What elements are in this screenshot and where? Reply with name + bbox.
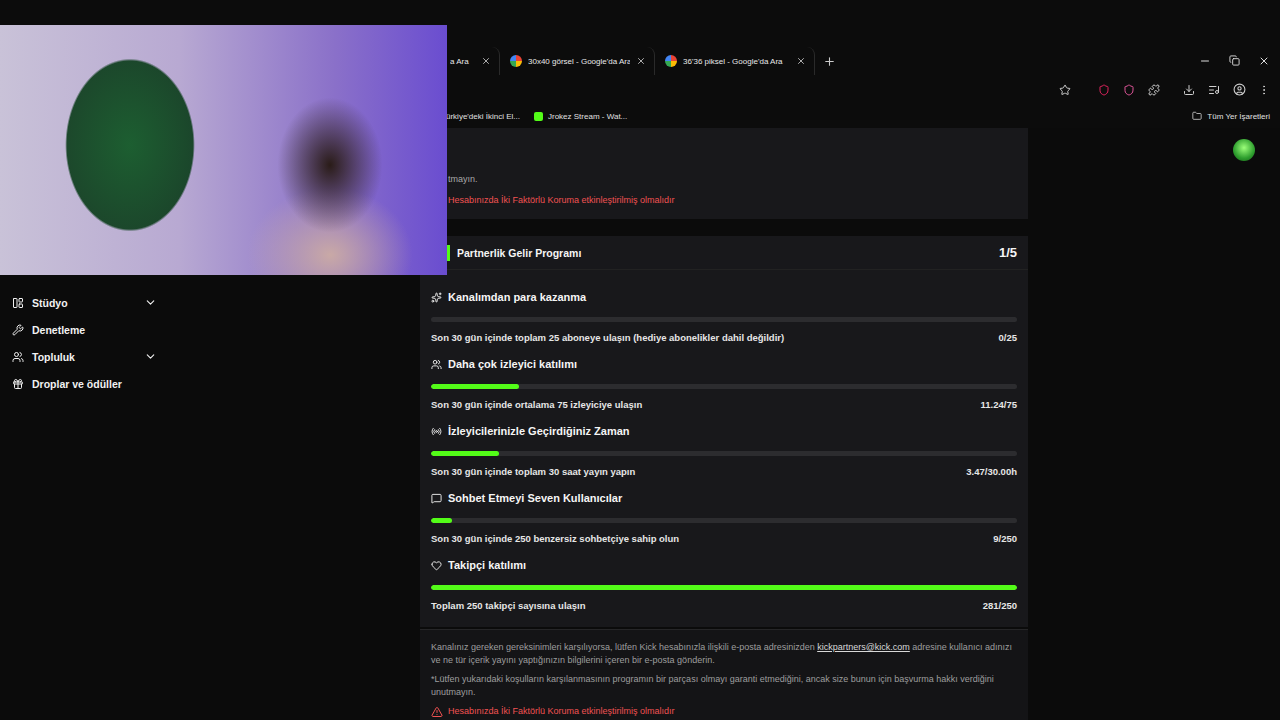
sidebar-item[interactable]: Stüdyo bbox=[0, 289, 157, 316]
warning: Hesabınızda İki Faktörlü Koruma etkinleş… bbox=[431, 705, 1017, 718]
extension-icon[interactable] bbox=[1097, 83, 1111, 97]
requirement-title: Daha çok izleyici katılımı bbox=[431, 356, 1017, 372]
requirement-icon bbox=[431, 359, 442, 370]
footer-wrap: Kanalınız gereken gereksinimleri karşılı… bbox=[420, 629, 1028, 720]
email-link[interactable]: kickpartners@kick.com bbox=[817, 642, 910, 652]
progress-bar bbox=[431, 451, 1017, 456]
requirement-icon bbox=[431, 493, 442, 504]
progress-fill bbox=[431, 384, 519, 389]
requirement-detail: Son 30 gün içinde toplam 25 aboneye ulaş… bbox=[431, 330, 1017, 344]
requirement: Takipçi katılımı Toplam 250 takipçi sayıs… bbox=[431, 557, 1017, 612]
chevron-icon[interactable] bbox=[144, 296, 157, 309]
requirement-detail: Son 30 gün içinde ortalama 75 izleyiciye… bbox=[431, 397, 1017, 411]
bookmark[interactable]: ürkiye'deki İkinci El... bbox=[446, 112, 520, 121]
progress-count: 1/5 bbox=[999, 245, 1017, 260]
requirement-title: İzleyicilerinizle Geçirdiğiniz Zaman bbox=[431, 423, 1017, 439]
note-text: *Lütfen yukarıdaki koşulların karşılanma… bbox=[431, 673, 1017, 699]
requirement: İzleyicilerinizle Geçirdiğiniz Zaman Son … bbox=[431, 423, 1017, 478]
webcam-video bbox=[0, 25, 447, 275]
apply-text: Kanalınız gereken gereksinimleri karşılı… bbox=[431, 641, 1017, 667]
new-tab-icon[interactable] bbox=[823, 55, 836, 68]
media-icon[interactable] bbox=[1207, 83, 1221, 97]
progress-fill bbox=[431, 585, 1017, 590]
download-icon[interactable] bbox=[1182, 83, 1196, 97]
bookmark[interactable]: Jrokez Stream - Wat... bbox=[534, 112, 627, 121]
browser-tab[interactable]: 36'36 piksel - Google'da Ara bbox=[655, 47, 815, 75]
close-window-icon[interactable] bbox=[1258, 55, 1270, 67]
accent-bar bbox=[447, 245, 450, 261]
close-icon[interactable] bbox=[481, 56, 491, 66]
warning: Hesabınızda İki Faktörlü Koruma etkinleş… bbox=[431, 194, 1017, 207]
notice-text: tmayın. bbox=[431, 173, 1017, 186]
requirement-title: Sohbet Etmeyi Seven Kullanıcılar bbox=[431, 490, 1017, 506]
puzzle-icon[interactable] bbox=[1147, 83, 1161, 97]
all-bookmarks[interactable]: Tüm Yer İşaretleri bbox=[1192, 111, 1270, 121]
close-icon[interactable] bbox=[636, 56, 646, 66]
requirement-icon bbox=[431, 560, 442, 571]
sidebar-item[interactable]: Denetleme bbox=[0, 316, 157, 343]
card-header: Partnerlik Gelir Programı 1/5 bbox=[420, 236, 1028, 270]
requirement-icon bbox=[431, 292, 442, 303]
partner-program-card: Partnerlik Gelir Programı 1/5 Kanalımdan p… bbox=[420, 236, 1028, 627]
progress-bar bbox=[431, 317, 1017, 322]
warning-icon bbox=[431, 706, 443, 718]
browser-tab[interactable]: a Ara bbox=[440, 47, 500, 75]
requirement-title: Kanalımdan para kazanma bbox=[431, 289, 1017, 305]
requirement-title: Takipçi katılımı bbox=[431, 557, 1017, 573]
screen: a Ara 30x40 görsel - Google'da Ara 36'36 p… bbox=[0, 0, 1280, 720]
restore-icon[interactable] bbox=[1229, 55, 1240, 66]
sidebar-item[interactable]: Droplar ve ödüller bbox=[0, 370, 157, 397]
minimize-icon[interactable] bbox=[1199, 55, 1211, 67]
progress-bar bbox=[431, 518, 1017, 523]
user-avatar[interactable] bbox=[1233, 139, 1255, 161]
sidebar-item-icon bbox=[12, 351, 24, 363]
progress-fill bbox=[431, 451, 499, 456]
requirement-detail: Son 30 gün içinde toplam 30 saat yayın y… bbox=[431, 464, 1017, 478]
tab-label: a Ara bbox=[450, 57, 475, 66]
progress-bar bbox=[431, 585, 1017, 590]
window-controls bbox=[1199, 55, 1280, 67]
extension-icon[interactable] bbox=[1122, 83, 1136, 97]
requirement: Daha çok izleyici katılımı Son 30 gün içi… bbox=[431, 356, 1017, 411]
requirement: Kanalımdan para kazanma Son 30 gün içinde… bbox=[431, 289, 1017, 344]
close-icon[interactable] bbox=[796, 56, 806, 66]
google-icon bbox=[510, 55, 522, 67]
sidebar-item-icon bbox=[12, 297, 24, 309]
content-column: tmayın. Hesabınızda İki Faktörlü Koruma e… bbox=[420, 128, 1028, 627]
tab-label: 30x40 görsel - Google'da Ara bbox=[528, 57, 630, 66]
tab-label: 36'36 piksel - Google'da Ara bbox=[683, 57, 790, 66]
requirement: Sohbet Etmeyi Seven Kullanıcılar Son 30 g… bbox=[431, 490, 1017, 545]
progress-bar bbox=[431, 384, 1017, 389]
apply-info: Kanalınız gereken gereksinimleri karşılı… bbox=[420, 629, 1028, 720]
security-card: tmayın. Hesabınızda İki Faktörlü Koruma e… bbox=[420, 128, 1028, 219]
profile-icon[interactable] bbox=[1232, 83, 1246, 97]
sidebar-item-icon bbox=[12, 378, 24, 390]
folder-icon bbox=[1192, 111, 1202, 121]
kick-icon bbox=[534, 112, 543, 121]
chevron-icon[interactable] bbox=[144, 350, 157, 363]
card-title: Partnerlik Gelir Programı bbox=[457, 247, 992, 259]
requirement-detail: Son 30 gün içinde 250 benzersiz sohbetçi… bbox=[431, 531, 1017, 545]
bookmark-star-icon[interactable] bbox=[1058, 83, 1072, 97]
progress-fill bbox=[431, 518, 452, 523]
requirement-detail: Toplam 250 takipçi sayısına ulaşın281/25… bbox=[431, 598, 1017, 612]
browser-tab[interactable]: 30x40 görsel - Google'da Ara bbox=[500, 47, 655, 75]
sidebar-item-icon bbox=[12, 324, 24, 336]
sidebar-item[interactable]: Topluluk bbox=[0, 343, 157, 370]
google-icon bbox=[665, 55, 677, 67]
menu-icon[interactable] bbox=[1257, 83, 1271, 97]
requirement-icon bbox=[431, 426, 442, 437]
requirements-list: Kanalımdan para kazanma Son 30 gün içinde… bbox=[420, 270, 1028, 627]
